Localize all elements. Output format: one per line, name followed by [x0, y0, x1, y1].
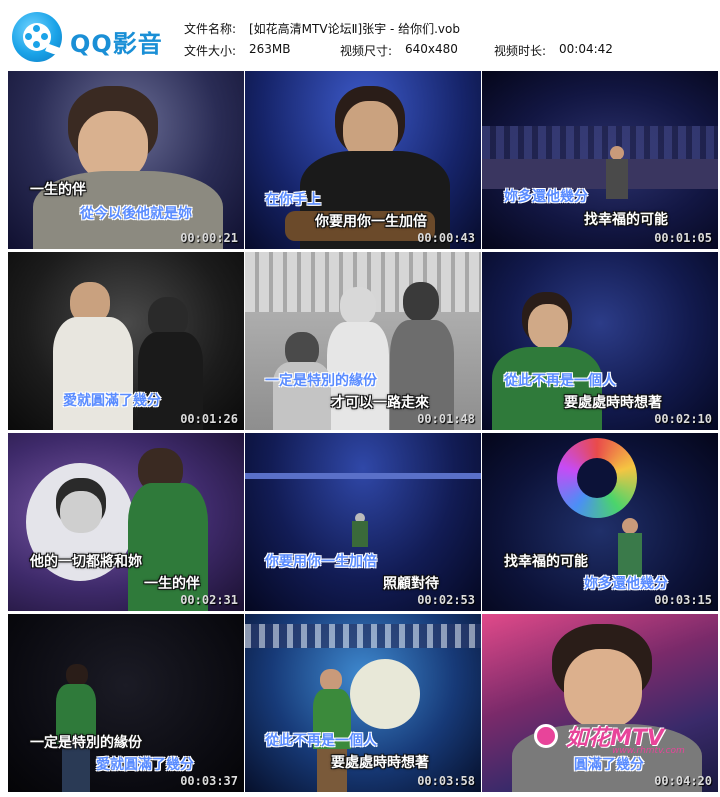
video-thumbnail[interactable]: 一定是特別的緣份 愛就圓滿了幾分 00:03:37 — [8, 614, 244, 792]
video-duration-value: 00:04:42 — [559, 42, 613, 56]
subtitle-line-1: 一定是特別的緣份 — [30, 735, 142, 751]
video-thumbnail[interactable]: 一生的伴 從今以後他就是妳 00:00:21 — [8, 71, 244, 249]
video-duration-label: 视频时长: — [494, 44, 547, 58]
subtitle-line-1: 你要用你一生加倍 — [265, 554, 377, 570]
file-name-label: 文件名称: — [184, 22, 237, 36]
rhmtv-logo-icon — [534, 724, 558, 748]
subtitle-line-2: 愛就圓滿了幾分 — [96, 757, 194, 773]
timestamp: 00:02:31 — [180, 593, 238, 607]
subtitle-line-1: 找幸福的可能 — [504, 554, 588, 570]
brand-name: QQ影音 — [70, 30, 163, 58]
subtitle-line-1: 他的一切都將和妳 — [30, 554, 142, 570]
subtitle-line-2: 你要用你一生加倍 — [315, 214, 427, 230]
subtitle-line-1: 在你手上 — [265, 192, 321, 208]
subtitle-line-1: 從此不再是一個人 — [504, 373, 616, 389]
timestamp: 00:03:37 — [180, 774, 238, 788]
subtitle-line-1: 妳多還他幾分 — [504, 189, 588, 205]
file-name-value: [如花高清MTV论坛Ⅱ]张宇 - 给你们.vob — [249, 22, 460, 36]
timestamp: 00:02:53 — [417, 593, 475, 607]
video-thumbnail[interactable]: 從此不再是一個人 要處處時時想著 00:03:58 — [245, 614, 481, 792]
timestamp: 00:02:10 — [654, 412, 712, 426]
qq-player-logo-icon — [12, 12, 63, 62]
video-thumbnail[interactable]: 從此不再是一個人 要處處時時想著 00:02:10 — [482, 252, 718, 430]
video-thumbnail[interactable]: 如花MTV www.rhmtv.com 圓滿了幾分 00:04:20 — [482, 614, 718, 792]
video-thumbnail[interactable]: 找幸福的可能 妳多還他幾分 00:03:15 — [482, 433, 718, 611]
subtitle-line-2: 要處處時時想著 — [331, 755, 429, 771]
timestamp: 00:03:15 — [654, 593, 712, 607]
subtitle-line-2: 照顧對待 — [383, 576, 439, 592]
timestamp: 00:03:58 — [417, 774, 475, 788]
video-thumbnail[interactable]: 他的一切都將和妳 一生的伴 00:02:31 — [8, 433, 244, 611]
subtitle-line-2: 妳多還他幾分 — [584, 576, 668, 592]
subtitle-line-2: 找幸福的可能 — [584, 212, 668, 228]
file-size-label: 文件大小: — [184, 44, 237, 58]
video-thumbnail[interactable]: 在你手上 你要用你一生加倍 00:00:43 — [245, 71, 481, 249]
subtitle-line-2: 從今以後他就是妳 — [80, 206, 192, 222]
video-dims-value: 640x480 — [405, 42, 458, 56]
timestamp: 00:01:48 — [417, 412, 475, 426]
file-info-header: QQ影音 文件名称: [如花高清MTV论坛Ⅱ]张宇 - 给你们.vob 文件大小… — [0, 0, 720, 68]
file-size-value: 263MB — [249, 42, 291, 56]
subtitle-line-1: 從此不再是一個人 — [265, 733, 377, 749]
subtitle-line-2: 要處處時時想著 — [564, 395, 662, 411]
video-thumbnail[interactable]: 愛就圓滿了幾分 00:01:26 — [8, 252, 244, 430]
video-thumbnail[interactable]: 一定是特別的緣份 才可以一路走來 00:01:48 — [245, 252, 481, 430]
timestamp: 00:01:26 — [180, 412, 238, 426]
timestamp: 00:01:05 — [654, 231, 712, 245]
subtitle-line-2: 才可以一路走來 — [331, 395, 429, 411]
subtitle-line-1: 圓滿了幾分 — [574, 757, 644, 773]
timestamp: 00:00:21 — [180, 231, 238, 245]
timestamp: 00:00:43 — [417, 231, 475, 245]
video-dims-label: 视频尺寸: — [340, 44, 393, 58]
video-thumbnail[interactable]: 妳多還他幾分 找幸福的可能 00:01:05 — [482, 71, 718, 249]
video-thumbnail[interactable]: 你要用你一生加倍 照顧對待 00:02:53 — [245, 433, 481, 611]
timestamp: 00:04:20 — [654, 774, 712, 788]
subtitle-line-1: 一生的伴 — [30, 182, 86, 198]
subtitle-line-2: 一生的伴 — [144, 576, 200, 592]
subtitle-line-1: 一定是特別的緣份 — [265, 373, 377, 389]
subtitle-line-1: 愛就圓滿了幾分 — [63, 393, 161, 409]
